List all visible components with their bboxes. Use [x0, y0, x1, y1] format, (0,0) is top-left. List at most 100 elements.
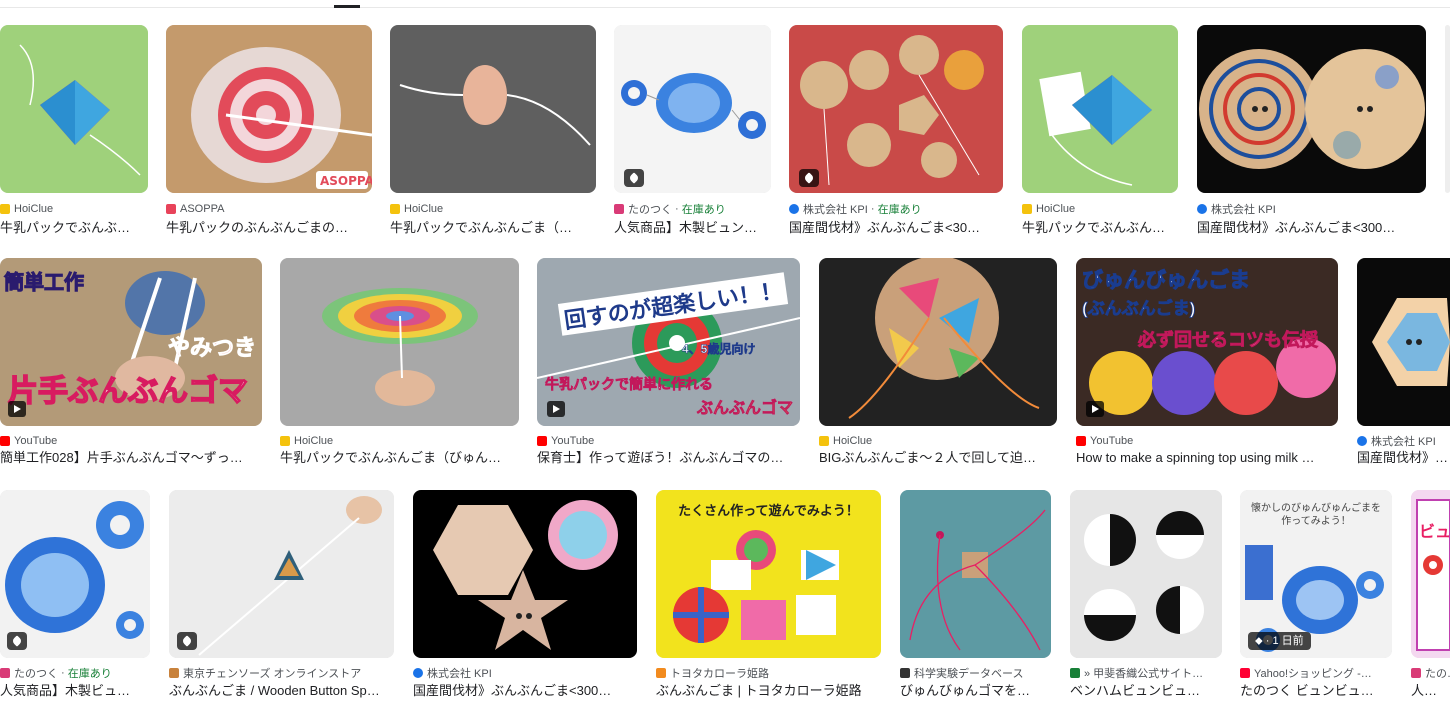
result-thumbnail[interactable]	[390, 25, 596, 193]
result-thumbnail[interactable]: たくさん作って遊んでみよう！	[656, 490, 881, 658]
source-label: 東京チェンソーズ オンラインストア	[169, 666, 394, 680]
result-card[interactable]: HoiClue 牛乳パックでぶんぶん…	[1022, 25, 1178, 240]
result-thumbnail[interactable]	[614, 25, 771, 193]
thumbnail-overlay-text: 懐かしのびゅんびゅんごまを 作ってみよう！	[1251, 503, 1381, 527]
result-card[interactable]: たくさん作って遊んでみよう！ トヨタカローラ姫路 ぶんぶんごま | トヨタカロー…	[656, 490, 881, 708]
result-card[interactable]: 簡単工作 やみつき 片手ぶんぶんゴマ YouTube 簡単工作028】片手ぶんぶ…	[0, 258, 262, 468]
result-card[interactable]: HoiClue BIGぶんぶんごま〜２人で回して迫…	[819, 258, 1057, 468]
thumbnail-image	[169, 490, 394, 658]
result-title[interactable]: ぶんぶんごま | トヨタカローラ姫路	[656, 682, 881, 700]
result-card[interactable]: » 甲斐香織公式サイト… ベンハムビュンビュ…	[1070, 490, 1222, 708]
result-card[interactable]: HoiClue 牛乳パックでぶんぶんごま（…	[390, 25, 596, 240]
product-tag-icon	[624, 169, 644, 187]
product-tag-icon	[799, 169, 819, 187]
result-card[interactable]: びゅんびゅんごま (ぶんぶんごま) 必ず回せるコツも伝授 YouTube How…	[1076, 258, 1338, 468]
result-thumbnail[interactable]	[1022, 25, 1178, 193]
result-card[interactable]: HoiClue 牛乳パックでぶんぶ…	[0, 25, 148, 240]
result-card[interactable]: 科学実験データベース びゅんびゅんゴマを…	[900, 490, 1051, 708]
source-label: Yahoo!ショッピング -…	[1240, 666, 1392, 680]
result-thumbnail[interactable]: ASOPPA!	[166, 25, 372, 193]
thumbnail-overlay-text: ビュ	[1419, 524, 1450, 541]
thumbnail-image	[1357, 258, 1450, 426]
source-favicon-icon	[1411, 668, 1421, 678]
thumbnail-overlay-text: びゅんびゅんごま	[1082, 269, 1251, 293]
source-label: HoiClue	[819, 434, 1057, 448]
result-thumbnail[interactable]: 簡単工作 やみつき 片手ぶんぶんゴマ	[0, 258, 262, 426]
result-title[interactable]: 人気商品】木製ビュ…	[0, 682, 150, 700]
result-title[interactable]: 国産間伐材》ぶんぶんごま<300…	[1197, 219, 1426, 237]
source-favicon-icon	[656, 668, 666, 678]
result-thumbnail[interactable]	[1445, 25, 1450, 193]
result-card[interactable]	[1445, 25, 1450, 240]
result-title[interactable]: ぶんぶんごま / Wooden Button Sp…	[169, 682, 394, 700]
result-card[interactable]: ビュ たの… 人気商…	[1411, 490, 1450, 708]
result-card[interactable]: 株式会社 KPI 国産間伐材》ぶんぶんごま<300…	[1197, 25, 1426, 240]
result-card[interactable]: 回すのが超楽しい！！ 4、5歳児向け 牛乳パックで簡単に作れる ぶんぶんゴマ Y…	[537, 258, 800, 468]
result-title[interactable]: 国産間伐材》ぶんぶんごま<300…	[413, 682, 637, 700]
result-title[interactable]: BIGぶんぶんごま〜２人で回して迫…	[819, 449, 1057, 467]
thumbnail-image	[1070, 490, 1222, 658]
source-label: トヨタカローラ姫路	[656, 666, 881, 680]
result-title[interactable]: 保育士】作って遊ぼう！ぶんぶんゴマの…	[537, 449, 800, 467]
result-card[interactable]: 株式会社 KPI 国産間伐材》ぶんぶんごま<300…	[413, 490, 637, 708]
source-favicon-icon	[169, 668, 179, 678]
result-card[interactable]: たのつく · 在庫あり 人気商品】木製ビュン…	[614, 25, 771, 240]
thumbnail-image	[900, 490, 1051, 658]
result-thumbnail[interactable]	[1357, 258, 1450, 426]
result-thumbnail[interactable]: 懐かしのびゅんびゅんごまを 作ってみよう！ ⬥ · 1 日前	[1240, 490, 1392, 658]
result-title[interactable]: 牛乳パックのぶんぶんごまの…	[166, 219, 372, 237]
result-thumbnail[interactable]	[169, 490, 394, 658]
result-thumbnail[interactable]	[900, 490, 1051, 658]
source-favicon-icon	[789, 204, 799, 214]
top-divider	[0, 7, 1450, 8]
result-title[interactable]: びゅんびゅんゴマを…	[900, 682, 1051, 700]
source-favicon-icon	[900, 668, 910, 678]
result-title[interactable]: たのつく ビュンビュ…	[1240, 682, 1392, 700]
result-title[interactable]: 国産間伐材》ぶ…	[1357, 449, 1450, 467]
result-title[interactable]: 簡単工作028】片手ぶんぶんゴマ〜ずっ…	[0, 449, 262, 467]
source-label: たのつく · 在庫あり	[0, 666, 150, 680]
result-thumbnail[interactable]	[819, 258, 1057, 426]
result-thumbnail[interactable]	[413, 490, 637, 658]
result-title[interactable]: 国産間伐材》ぶんぶんごま<30…	[789, 219, 1003, 237]
result-card[interactable]: 株式会社 KPI 国産間伐材》ぶ…	[1357, 258, 1450, 468]
result-title[interactable]: 牛乳パックでぶんぶん…	[1022, 219, 1178, 237]
result-thumbnail[interactable]: 回すのが超楽しい！！ 4、5歳児向け 牛乳パックで簡単に作れる ぶんぶんゴマ	[537, 258, 800, 426]
result-card[interactable]: ASOPPA! ASOPPA 牛乳パックのぶんぶんごまの…	[166, 25, 372, 240]
result-thumbnail[interactable]	[0, 490, 150, 658]
source-label: HoiClue	[0, 202, 148, 216]
thumbnail-image	[1197, 25, 1426, 193]
source-favicon-icon	[614, 204, 624, 214]
result-title[interactable]: 牛乳パックでぶんぶんごま（…	[390, 219, 596, 237]
source-label: HoiClue	[390, 202, 596, 216]
source-label: YouTube	[537, 434, 800, 448]
source-favicon-icon	[1076, 436, 1086, 446]
result-title[interactable]: 牛乳パックでぶんぶ…	[0, 219, 148, 237]
source-favicon-icon	[1240, 668, 1250, 678]
result-title[interactable]: 人気商品】木製ビュン…	[614, 219, 771, 237]
result-title[interactable]: 人気商…	[1411, 682, 1450, 700]
result-thumbnail[interactable]: びゅんびゅんごま (ぶんぶんごま) 必ず回せるコツも伝授	[1076, 258, 1338, 426]
result-card[interactable]: 東京チェンソーズ オンラインストア ぶんぶんごま / Wooden Button…	[169, 490, 394, 708]
result-thumbnail[interactable]	[1197, 25, 1426, 193]
result-thumbnail[interactable]	[789, 25, 1003, 193]
source-favicon-icon	[819, 436, 829, 446]
result-title[interactable]: ベンハムビュンビュ…	[1070, 682, 1222, 700]
result-title[interactable]: 牛乳パックでぶんぶんごま（びゅん…	[280, 449, 519, 467]
source-favicon-icon	[1070, 668, 1080, 678]
source-favicon-icon	[537, 436, 547, 446]
thumbnail-overlay-text: 必ず回せるコツも伝授	[1138, 330, 1319, 351]
source-label: HoiClue	[1022, 202, 1178, 216]
result-thumbnail[interactable]	[1070, 490, 1222, 658]
result-thumbnail[interactable]: ビュ	[1411, 490, 1450, 658]
result-card[interactable]: HoiClue 牛乳パックでぶんぶんごま（びゅん…	[280, 258, 519, 468]
result-thumbnail[interactable]	[0, 25, 148, 193]
result-title[interactable]: How to make a spinning top using milk …	[1076, 449, 1338, 467]
result-card[interactable]: 懐かしのびゅんびゅんごまを 作ってみよう！ ⬥ · 1 日前 Yahoo!ショッピ…	[1240, 490, 1392, 708]
source-favicon-icon	[0, 436, 10, 446]
thumbnail-image	[614, 25, 771, 193]
result-card[interactable]: 株式会社 KPI · 在庫あり 国産間伐材》ぶんぶんごま<30…	[789, 25, 1003, 240]
result-card[interactable]: たのつく · 在庫あり 人気商品】木製ビュ…	[0, 490, 150, 708]
result-thumbnail[interactable]	[280, 258, 519, 426]
thumbnail-image	[0, 25, 148, 193]
